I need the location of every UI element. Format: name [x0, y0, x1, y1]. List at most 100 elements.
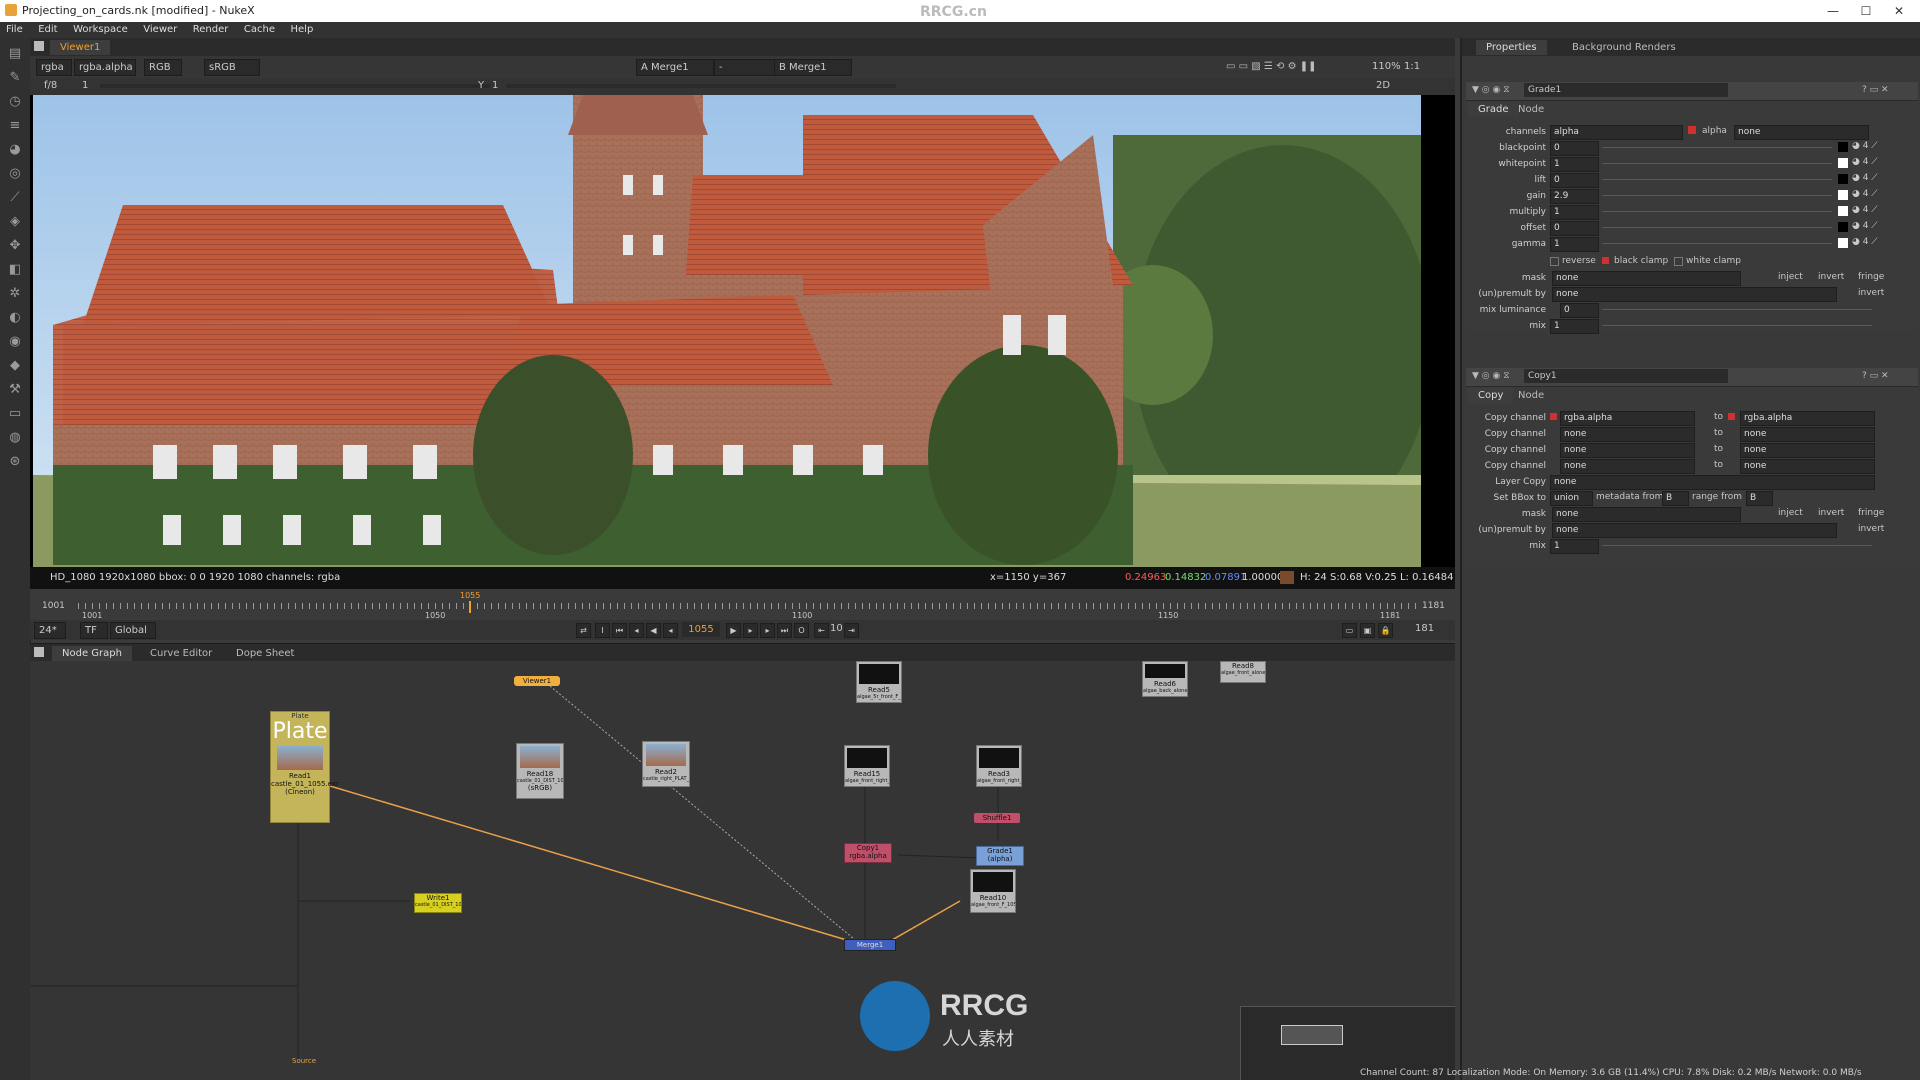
channel-toggle-icons[interactable]: ◕ 4 ⟋ — [1852, 173, 1878, 183]
mask-select[interactable]: none — [1552, 507, 1741, 522]
color-picker-icon[interactable] — [1838, 190, 1848, 200]
node-read10[interactable]: Read10 algae_front_F_1055.tif — [970, 869, 1016, 913]
metadata-from-select[interactable]: B — [1662, 491, 1689, 506]
node-read18[interactable]: Read18 castle_01_DIST_1055.jpg (sRGB) — [516, 743, 564, 799]
lift-field[interactable]: 0 — [1550, 173, 1599, 188]
layer-copy-select[interactable]: none — [1550, 475, 1875, 490]
time-icon[interactable]: ◷ — [7, 94, 23, 110]
loop-icon[interactable]: ⇄ — [576, 623, 591, 638]
viewer-icons[interactable]: ▭ ▭ ▧ ☰ ⟲ ⚙ ❚❚ — [1226, 61, 1316, 72]
color-picker-icon[interactable] — [1838, 222, 1848, 232]
play-forward-icon[interactable]: ▶ — [726, 623, 741, 638]
channel-toggle-icons[interactable]: ◕ 4 ⟋ — [1852, 205, 1878, 215]
pane-menu-icon[interactable] — [34, 647, 44, 657]
current-frame-marker[interactable]: 1055 — [460, 591, 480, 600]
furnace-icon[interactable]: ◍ — [7, 430, 23, 446]
copy-to-checkbox[interactable] — [1728, 413, 1735, 420]
node-read8[interactable]: Read8 algae_front_alone_F — [1220, 661, 1266, 683]
gamma-slider[interactable] — [506, 84, 896, 88]
particles-icon[interactable]: ✲ — [7, 286, 23, 302]
gamma-field[interactable]: 1 — [1550, 237, 1599, 252]
copy1-name-field[interactable]: Copy1 — [1524, 369, 1728, 383]
unpremult-select[interactable]: none — [1552, 287, 1837, 302]
copy-from-select[interactable]: none — [1560, 459, 1695, 474]
copy-from-select[interactable]: none — [1560, 443, 1695, 458]
views-icon[interactable]: ◉ — [7, 334, 23, 350]
last-frame-icon[interactable]: ⏭ — [777, 623, 792, 638]
channels-extra-select[interactable]: none — [1734, 125, 1869, 140]
unpremult-select[interactable]: none — [1552, 523, 1837, 538]
cache-icon[interactable]: ▣ — [1360, 623, 1375, 638]
prev-frame-icon[interactable]: ◂ — [663, 623, 678, 638]
menu-file[interactable]: File — [0, 22, 29, 35]
offset-field[interactable]: 0 — [1550, 221, 1599, 236]
fstop-value[interactable]: f/8 — [44, 80, 57, 91]
tab-copy[interactable]: Copy — [1468, 388, 1514, 403]
viewer-canvas[interactable] — [30, 95, 1455, 567]
node-read6[interactable]: Read6 algae_back_alone_F — [1142, 661, 1188, 697]
color-icon[interactable]: ◕ — [7, 142, 23, 158]
gamma-value[interactable]: 1 — [492, 80, 498, 91]
color-picker-icon[interactable] — [1838, 174, 1848, 184]
gain-slider[interactable] — [1602, 195, 1832, 196]
grade1-name-field[interactable]: Grade1 — [1524, 83, 1728, 97]
minimize-button[interactable]: — — [1818, 2, 1848, 20]
tab-curve-editor[interactable]: Curve Editor — [140, 646, 222, 661]
copy-from-select[interactable]: none — [1560, 427, 1695, 442]
node-shuffle[interactable]: Shuffle1 — [974, 813, 1020, 823]
lock-icon[interactable]: 🔒 — [1378, 623, 1393, 638]
channel-set-select[interactable]: rgba — [36, 59, 72, 76]
next-frame-icon[interactable]: ▸ — [743, 623, 758, 638]
set-bbox-select[interactable]: union — [1550, 491, 1593, 506]
copy-to-select[interactable]: none — [1740, 443, 1875, 458]
metadata-icon[interactable]: ◆ — [7, 358, 23, 374]
node-source[interactable]: Source — [292, 1057, 316, 1065]
black-clamp-checkbox[interactable] — [1602, 257, 1609, 264]
a-input-select[interactable]: A Merge1 — [636, 59, 714, 76]
reverse-checkbox[interactable] — [1550, 257, 1559, 266]
filter-icon[interactable]: ◎ — [7, 166, 23, 182]
channel-toggle-icons[interactable]: ◕ 4 ⟋ — [1852, 221, 1878, 231]
compare-mode-select[interactable]: - — [714, 59, 776, 76]
color-picker-icon[interactable] — [1838, 238, 1848, 248]
flipbook-icon[interactable]: ▭ — [1342, 623, 1357, 638]
menu-workspace[interactable]: Workspace — [67, 22, 134, 35]
copy-to-select[interactable]: none — [1740, 427, 1875, 442]
zoom-level[interactable]: 110% — [1372, 61, 1401, 72]
merge-icon[interactable]: ◈ — [7, 214, 23, 230]
menu-cache[interactable]: Cache — [238, 22, 281, 35]
timeline[interactable]: 1001 1181 1001 1050 1100 1150 1181 1055 — [30, 589, 1455, 623]
in-point-icon[interactable]: I — [595, 623, 610, 638]
channel-toggle-icons[interactable]: ◕ 4 ⟋ — [1852, 141, 1878, 151]
tab-node-graph[interactable]: Node Graph — [52, 646, 132, 661]
node-viewer1[interactable]: Viewer1 — [514, 676, 560, 686]
lut-select[interactable]: sRGB — [204, 59, 260, 76]
gain-slider[interactable] — [100, 84, 490, 88]
out-point-icon[interactable]: O — [794, 623, 809, 638]
copy-to-select[interactable]: rgba.alpha — [1740, 411, 1875, 426]
collapse-icon[interactable]: ▼ ◎ ◉ ⧖ — [1472, 371, 1510, 381]
tab-grade-node[interactable]: Node — [1508, 102, 1554, 117]
mix-field[interactable]: 1 — [1550, 319, 1599, 334]
mix-luminance-field[interactable]: 0 — [1560, 303, 1599, 318]
copy-from-select[interactable]: rgba.alpha — [1560, 411, 1695, 426]
node-read15[interactable]: Read15 algae_front_right_alone — [844, 745, 890, 787]
pane-menu-icon[interactable] — [34, 41, 44, 51]
b-input-select[interactable]: B Merge1 — [774, 59, 852, 76]
end-frame[interactable]: 181 — [1415, 623, 1434, 634]
channel-icon[interactable]: ≡ — [7, 118, 23, 134]
menu-help[interactable]: Help — [285, 22, 320, 35]
3d-icon[interactable]: ◧ — [7, 262, 23, 278]
multiply-slider[interactable] — [1602, 211, 1832, 212]
node-read2[interactable]: Read2 castle_right_PLAT_F_1055.tif — [642, 741, 690, 787]
timeline-ruler[interactable] — [78, 603, 1418, 609]
channel-toggle-icons[interactable]: ◕ 4 ⟋ — [1852, 157, 1878, 167]
node-graph-canvas[interactable]: Viewer1 Plate Plate Read1 castle_01_1055… — [30, 661, 1455, 1080]
channels-select[interactable]: alpha — [1550, 125, 1683, 140]
skip-forward-icon[interactable]: ⇥ — [844, 623, 859, 638]
menu-render[interactable]: Render — [187, 22, 235, 35]
channel-toggle-icons[interactable]: ◕ 4 ⟋ — [1852, 189, 1878, 199]
gamma-slider[interactable] — [1602, 243, 1832, 244]
copy-to-select[interactable]: none — [1740, 459, 1875, 474]
color-picker-icon[interactable] — [1838, 206, 1848, 216]
